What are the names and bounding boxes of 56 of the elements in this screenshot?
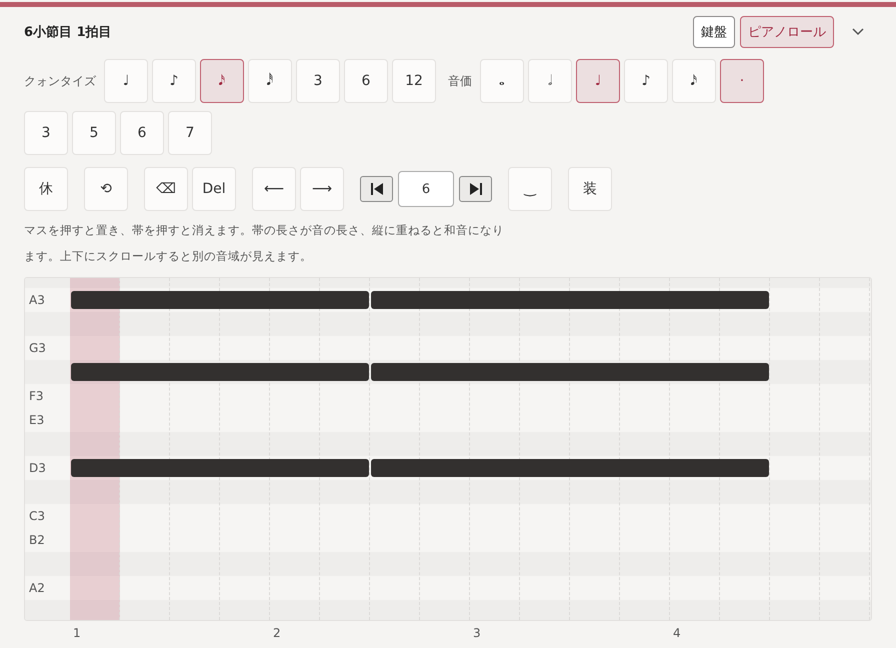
tool-button[interactable]: ⌫ [144,167,188,211]
group-label: 音価 [448,72,472,90]
position-title: 6小節目 1拍目 [24,24,113,41]
skip-back-icon [370,183,384,195]
skip-forward-icon [468,183,482,195]
pitch-label: E3 [28,412,46,429]
option-button[interactable]: 3 [296,59,340,103]
tool-button[interactable]: ⟶ [300,167,344,211]
tool-button[interactable]: ⟵ [252,167,296,211]
tool-button[interactable]: 装 [568,167,612,211]
tool-button[interactable]: 休 [24,167,68,211]
option-button[interactable]: 𝅝 [480,59,524,103]
option-button[interactable]: 12 [392,59,436,103]
pitch-label: A2 [28,580,46,597]
option-button[interactable]: 𝅘𝅥𝅰 [248,59,292,103]
option-button[interactable]: ♩ [576,59,620,103]
option-button[interactable]: ♪ [152,59,196,103]
note-bar[interactable] [71,459,369,477]
piano-roll-grid[interactable]: A3 G3 F3 E3 D3 C3 B2 A2 [24,277,872,621]
option-button[interactable]: 5 [72,111,116,155]
option-button[interactable]: 7 [168,111,212,155]
note-bar[interactable] [71,291,369,309]
view-tab[interactable]: 鍵盤 [693,16,735,48]
option-button[interactable]: 𝅘𝅥𝅯 [200,59,244,103]
tool-button[interactable]: Del [192,167,236,211]
tool-button[interactable]: ⟲ [84,167,128,211]
help-text: マスを押すと置き、帯を押すと消えます。帯の長さが音の長さ、縦に重ねると和音になります。上下にスクロールすると別の音域が見えます。 [24,222,505,265]
option-button[interactable]: 6 [344,59,388,103]
pitch-label: F3 [28,388,45,405]
option-button[interactable]: ♪ [624,59,668,103]
next-button[interactable] [459,176,492,202]
view-tab[interactable]: ピアノロール [740,16,834,48]
group-label: クォンタイズ [24,72,96,90]
measure-input[interactable]: 6 [398,171,454,207]
chevron-down-icon[interactable] [852,28,864,36]
option-button[interactable]: 𝅗𝅥 [528,59,572,103]
beat-number: 2 [272,626,282,640]
note-bar[interactable] [371,291,769,309]
pitch-label: D3 [28,460,47,477]
pitch-label: C3 [28,508,46,525]
pitch-label: G3 [28,340,47,357]
option-button[interactable]: ♩ [104,59,148,103]
note-bar[interactable] [371,363,769,381]
option-button[interactable]: 𝅘𝅥𝅯 [672,59,716,103]
option-button[interactable]: 6 [120,111,164,155]
option-button[interactable]: · [720,59,764,103]
note-bar[interactable] [371,459,769,477]
beat-number: 4 [672,626,682,640]
previous-button[interactable] [360,176,393,202]
beat-number: 1 [72,626,82,640]
pitch-label: A3 [28,292,46,309]
tool-button[interactable]: ‿ [508,167,552,211]
pitch-label: B2 [28,532,46,549]
option-button[interactable]: 3 [24,111,68,155]
note-bar[interactable] [71,363,369,381]
beat-number: 3 [472,626,482,640]
